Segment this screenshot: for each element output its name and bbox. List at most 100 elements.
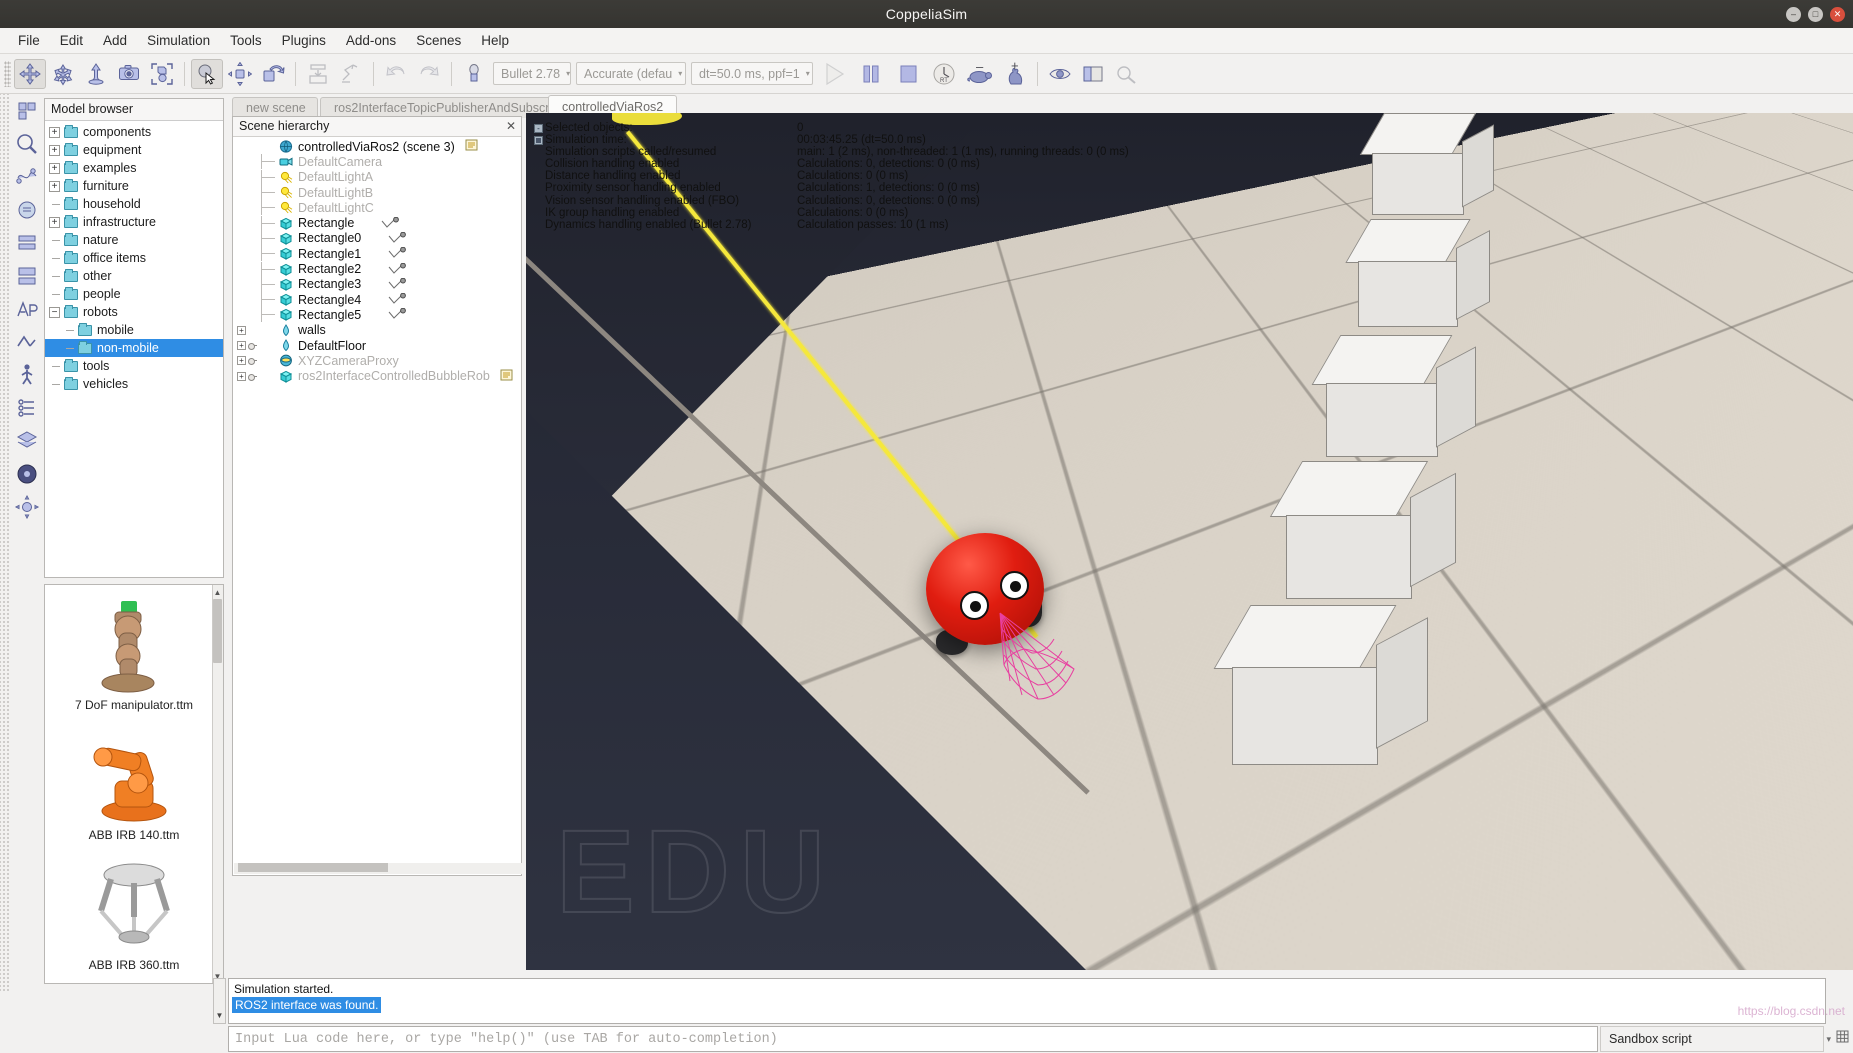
model-browser-item-other[interactable]: other: [45, 267, 223, 285]
minimize-button[interactable]: –: [1786, 6, 1801, 22]
model-browser-item-vehicles[interactable]: vehicles: [45, 375, 223, 393]
model-preview-panel[interactable]: 7 DoF manipulator.ttm ABB IRB 140.ttm AB…: [44, 584, 224, 984]
scene-hierarchy-item-walls[interactable]: + walls: [233, 323, 521, 338]
scene-hierarchy-item-Rectangle0[interactable]: Rectangle0: [233, 230, 521, 246]
dynamics-module-icon[interactable]: [14, 461, 40, 487]
script-icon[interactable]: [465, 139, 478, 154]
scene-hierarchy-item-Rectangle1[interactable]: Rectangle1: [233, 246, 521, 262]
scroll-down-icon-console[interactable]: ▼: [215, 1011, 224, 1022]
ik-icon[interactable]: [14, 395, 40, 421]
transparency-icon[interactable]: [458, 59, 490, 89]
scene-hierarchy-item-DefaultLightA[interactable]: DefaultLightA: [233, 169, 521, 185]
speed-up-simulation-button[interactable]: +: [997, 58, 1031, 89]
object-translate-z-icon[interactable]: [80, 59, 112, 89]
scene-hierarchy-item-Rectangle[interactable]: Rectangle: [233, 215, 521, 231]
expand-icon[interactable]: +: [49, 180, 60, 192]
path-edit-icon[interactable]: [14, 263, 40, 289]
object-rotate-icon[interactable]: [47, 59, 79, 89]
shape-edit-icon[interactable]: [14, 230, 40, 256]
model-browser-tree[interactable]: + components + equipment + examples + furniture…: [45, 121, 223, 393]
model-preview-item-2[interactable]: ABB IRB 360.ttm: [45, 845, 223, 975]
scene-hierarchy-item-controlledViaRos2-scene-3-[interactable]: controlledViaRos2 (scene 3): [233, 139, 521, 154]
scroll-up-icon[interactable]: ▲: [213, 586, 222, 598]
model-preview-scroll-thumb[interactable]: [213, 599, 222, 663]
menu-add[interactable]: Add: [93, 30, 137, 51]
model-browser-item-nature[interactable]: nature: [45, 231, 223, 249]
close-button[interactable]: ✕: [1830, 6, 1845, 22]
model-browser-item-robots[interactable]: − robots: [45, 303, 223, 321]
eye-icon[interactable]: [1044, 59, 1076, 89]
scene-hierarchy-item-ros2InterfaceControlledBubbleRob[interactable]: + ros2InterfaceControlledBubbleRob: [233, 368, 521, 383]
maximize-button[interactable]: □: [1808, 6, 1823, 22]
accuracy-select[interactable]: Accurate (defau ▾: [576, 62, 686, 85]
3d-viewport[interactable]: EDU x y z: [526, 113, 1853, 970]
expand-icon[interactable]: +: [49, 144, 60, 156]
expand-toggle-icon[interactable]: [534, 134, 545, 146]
sandbox-script-status[interactable]: Sandbox script: [1600, 1026, 1824, 1052]
scene-hierarchy-hscrollbar[interactable]: [234, 863, 522, 874]
toolbar-grip[interactable]: [4, 60, 11, 87]
start-simulation-button[interactable]: [816, 59, 852, 89]
collections-icon[interactable]: [14, 164, 40, 190]
menu-simulation[interactable]: Simulation: [137, 30, 220, 51]
collapse-toggle-icon[interactable]: -: [534, 122, 545, 134]
menu-plugins[interactable]: Plugins: [272, 30, 336, 51]
expand-icon[interactable]: +: [49, 162, 60, 174]
scene-hierarchy-item-Rectangle4[interactable]: Rectangle4: [233, 292, 521, 308]
physics-engine-select[interactable]: Bullet 2.78 ▾: [493, 62, 571, 85]
model-browser-item-office-items[interactable]: office items: [45, 249, 223, 267]
model-browser-item-furniture[interactable]: + furniture: [45, 177, 223, 195]
scene-hierarchy-item-DefaultFloor[interactable]: + DefaultFloor: [233, 338, 521, 353]
scene-hierarchy-item-Rectangle5[interactable]: Rectangle5: [233, 307, 521, 323]
scene-hierarchy-item-DefaultLightB[interactable]: DefaultLightB: [233, 185, 521, 201]
timestep-select[interactable]: dt=50.0 ms, ppf=1 ▾: [691, 62, 813, 85]
left-panel-grip[interactable]: [0, 94, 10, 991]
expand-icon[interactable]: +: [237, 371, 246, 381]
script-icon[interactable]: [500, 369, 513, 384]
model-browser-item-equipment[interactable]: + equipment: [45, 141, 223, 159]
stop-simulation-button[interactable]: [890, 59, 926, 89]
model-browser-item-non-mobile[interactable]: non-mobile: [45, 339, 223, 357]
visibility-dot-icon[interactable]: [248, 356, 257, 366]
slow-down-simulation-button[interactable]: –: [962, 59, 996, 89]
model-browser-item-people[interactable]: people: [45, 285, 223, 303]
close-icon[interactable]: ✕: [506, 119, 516, 133]
model-browser-item-household[interactable]: household: [45, 195, 223, 213]
scene-hierarchy-item-Rectangle2[interactable]: Rectangle2: [233, 261, 521, 277]
chevron-down-icon-status[interactable]: ▾: [1826, 1034, 1831, 1045]
model-browser-item-components[interactable]: + components: [45, 123, 223, 141]
user-settings-icon[interactable]: [1110, 59, 1142, 89]
grid-icon-status[interactable]: [1836, 1030, 1849, 1048]
model-browser-item-infrastructure[interactable]: + infrastructure: [45, 213, 223, 231]
layers-icon[interactable]: [14, 428, 40, 454]
undo-icon[interactable]: [380, 59, 412, 89]
calculation-modules-icon[interactable]: [14, 131, 40, 157]
expand-icon[interactable]: +: [49, 126, 60, 138]
visibility-dot-icon[interactable]: [248, 372, 257, 381]
collapse-icon[interactable]: −: [49, 306, 60, 318]
menu-file[interactable]: File: [8, 30, 50, 51]
expand-icon[interactable]: +: [49, 216, 60, 228]
scene-hierarchy-item-Rectangle3[interactable]: Rectangle3: [233, 276, 521, 292]
object-selection-icon[interactable]: [146, 59, 178, 89]
scene-hierarchy-tree[interactable]: controlledViaRos2 (scene 3) DefaultCamera…: [233, 137, 521, 384]
real-time-mode-button[interactable]: RT: [927, 59, 961, 89]
expand-icon[interactable]: +: [237, 341, 246, 350]
model-preview-item-0[interactable]: 7 DoF manipulator.ttm: [45, 585, 223, 715]
menu-edit[interactable]: Edit: [50, 30, 93, 51]
console-scrollbar[interactable]: ▼: [213, 978, 226, 1024]
object-shift-icon[interactable]: [14, 58, 46, 89]
camera-rotate-icon[interactable]: [257, 59, 289, 89]
menu-scenes[interactable]: Scenes: [406, 30, 471, 51]
tab-ros2-interface-topic[interactable]: ros2InterfaceTopicPublisherAndSubscriber: [320, 97, 552, 118]
expand-icon[interactable]: +: [237, 356, 246, 366]
status-console[interactable]: Simulation started. ROS2 interface was f…: [228, 978, 1826, 1024]
dynamic-content-icon[interactable]: [335, 59, 367, 89]
expand-icon[interactable]: +: [237, 325, 246, 335]
menu-tools[interactable]: Tools: [220, 30, 272, 51]
model-preview-item-1[interactable]: ABB IRB 140.ttm: [45, 715, 223, 845]
scene-hierarchy-hscroll-thumb[interactable]: [238, 863, 388, 872]
page-selector-icon[interactable]: [191, 58, 223, 89]
menu-help[interactable]: Help: [471, 30, 519, 51]
settings-gear-icon[interactable]: [14, 494, 40, 520]
